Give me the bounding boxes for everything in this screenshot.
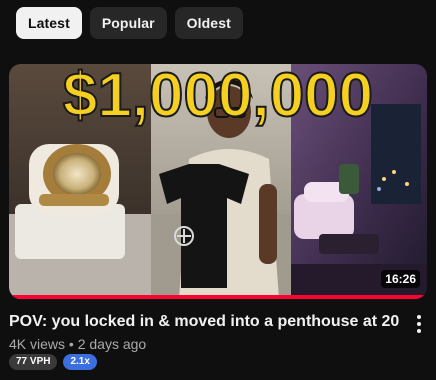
- duration-badge: 16:26: [381, 270, 420, 288]
- video-card-panel: Latest Popular Oldest $1,000,000 16:26 P…: [0, 0, 436, 380]
- outlier-multiplier-badge: 2.1x: [63, 354, 97, 370]
- stats-separator: •: [68, 336, 74, 352]
- upload-age: 2 days ago: [77, 336, 147, 352]
- filter-chips: Latest Popular Oldest: [16, 7, 243, 39]
- video-stats: 4K views • 2 days ago: [9, 335, 146, 353]
- watch-progress-track: [9, 295, 427, 299]
- chip-latest[interactable]: Latest: [16, 7, 82, 39]
- more-actions-icon[interactable]: [407, 312, 431, 336]
- video-title[interactable]: POV: you locked in & moved into a pentho…: [9, 312, 399, 332]
- view-count: 4K views: [9, 336, 66, 352]
- thumbnail-headline: $1,000,000: [63, 64, 373, 130]
- video-thumbnail[interactable]: $1,000,000 16:26: [9, 64, 427, 299]
- thumbnail-image: $1,000,000: [9, 64, 427, 299]
- vph-badge: 77 VPH: [9, 354, 58, 370]
- chip-oldest[interactable]: Oldest: [174, 7, 243, 39]
- chip-popular[interactable]: Popular: [89, 7, 167, 39]
- metric-badges: 77 VPH 2.1x: [9, 354, 97, 370]
- watch-progress-fill: [9, 295, 427, 299]
